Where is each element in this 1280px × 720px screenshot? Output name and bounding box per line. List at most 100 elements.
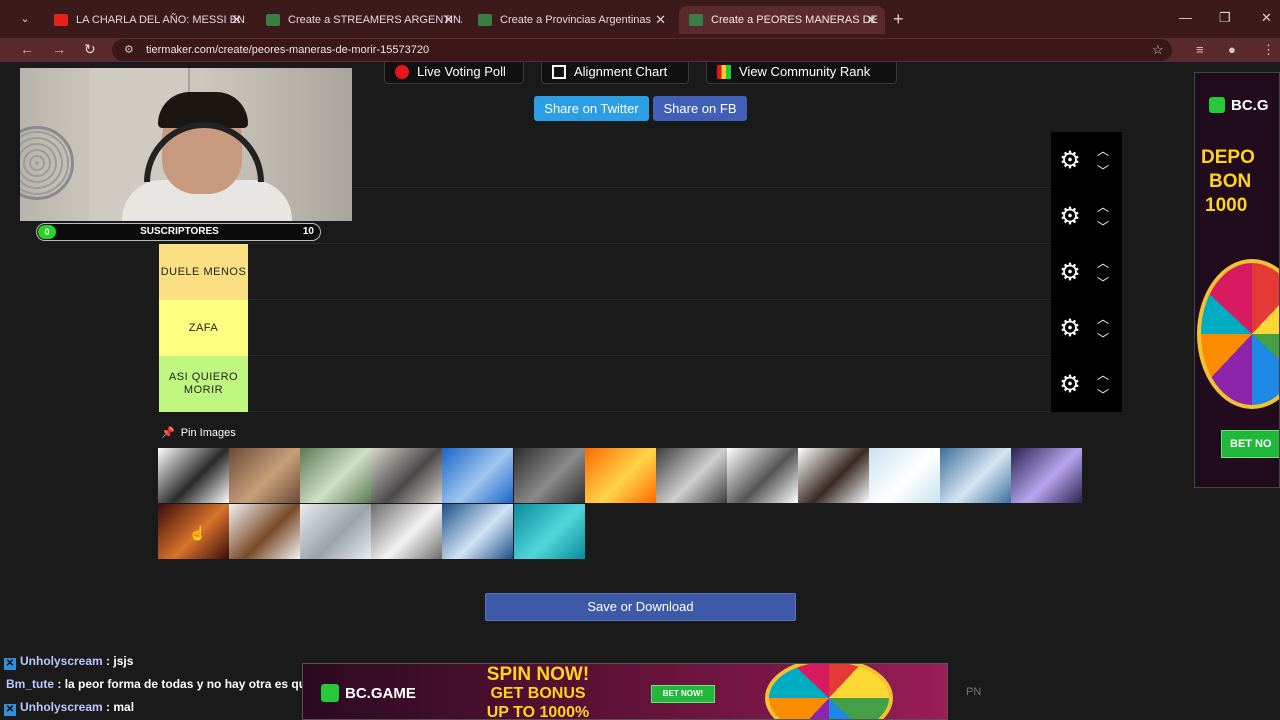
subscriber-goal-bar: 0 SUSCRIPTORES 10 bbox=[36, 223, 321, 241]
tier-image-skyscraper[interactable] bbox=[442, 504, 514, 559]
close-window-icon[interactable]: ✕ bbox=[1261, 10, 1272, 26]
image-pool bbox=[158, 448, 1083, 559]
tab-search-icon[interactable]: ⌄ bbox=[14, 9, 36, 29]
save-download-button[interactable]: Save or Download bbox=[485, 593, 796, 621]
ad-brand-text: BC.G bbox=[1231, 97, 1269, 114]
tier-image-plate[interactable] bbox=[371, 504, 443, 559]
tier-image-boiling-pot[interactable] bbox=[513, 448, 585, 503]
tier-image-knife[interactable] bbox=[726, 448, 798, 503]
pn-label: PN bbox=[966, 686, 982, 698]
chat-text: jsjs bbox=[113, 654, 134, 668]
tier-image-whip[interactable] bbox=[797, 448, 869, 503]
share-twitter-button[interactable]: Share on Twitter bbox=[534, 96, 649, 121]
tab-2-title: Create a STREAMERS ARGENTINA bbox=[288, 14, 462, 26]
ad-promo-text: SPIN NOW! GET BONUS UP TO 1000% bbox=[463, 664, 613, 720]
chevron-up-icon[interactable]: ︿ bbox=[1093, 257, 1113, 269]
screen: ⌄ LA CHARLA DEL AÑO: MESSI EN ✕ Create a… bbox=[0, 0, 1280, 720]
minimize-icon[interactable]: — bbox=[1179, 10, 1192, 25]
live-voting-button[interactable]: Live Voting Poll bbox=[384, 62, 524, 84]
chevron-down-icon[interactable]: ﹀ bbox=[1093, 333, 1113, 345]
chevron-down-icon[interactable]: ﹀ bbox=[1093, 389, 1113, 401]
gear-icon[interactable]: ⚙ bbox=[1057, 148, 1083, 174]
community-rank-label: View Community Rank bbox=[739, 64, 871, 79]
share-fb-button[interactable]: Share on FB bbox=[653, 96, 747, 121]
chevron-down-icon[interactable]: ﹀ bbox=[1093, 277, 1113, 289]
ad-promo-line-1: SPIN NOW! bbox=[486, 664, 590, 685]
tier-controls: ⚙ ︿ ﹀ bbox=[1051, 132, 1122, 188]
tier-image-fire[interactable] bbox=[584, 448, 656, 503]
chevron-down-icon[interactable]: ﹀ bbox=[1093, 165, 1113, 177]
grid-icon bbox=[552, 65, 566, 79]
prize-wheel-icon bbox=[1197, 259, 1279, 409]
gear-icon[interactable]: ⚙ bbox=[1057, 204, 1083, 230]
chevron-up-icon[interactable]: ︿ bbox=[1093, 313, 1113, 325]
tier-image-etching[interactable] bbox=[371, 448, 443, 503]
bookmark-star-icon[interactable]: ☆ bbox=[1152, 42, 1164, 58]
tier-image-abandoned-hall[interactable] bbox=[229, 448, 301, 503]
tier-image-bear[interactable] bbox=[229, 504, 301, 559]
gear-icon[interactable]: ⚙ bbox=[1057, 372, 1083, 398]
ad-bet-button[interactable]: BET NOW! bbox=[651, 685, 715, 703]
tier-row-4[interactable]: ZAFA ⚙ ︿ ﹀ bbox=[159, 300, 1122, 356]
tier-image-water-bottle[interactable] bbox=[442, 448, 514, 503]
forward-icon[interactable]: → bbox=[52, 41, 66, 57]
tier-image-green-vortex[interactable] bbox=[300, 448, 372, 503]
tier-image-snow-forest[interactable] bbox=[300, 504, 372, 559]
tier-image-turquoise-water[interactable] bbox=[513, 504, 585, 559]
close-tab-icon[interactable]: ✕ bbox=[231, 6, 242, 34]
media-icon[interactable]: ≡ bbox=[1196, 42, 1204, 57]
reload-icon[interactable]: ↻ bbox=[84, 41, 96, 58]
gear-icon[interactable]: ⚙ bbox=[1057, 316, 1083, 342]
site-info-icon[interactable]: ⚙ bbox=[124, 39, 134, 61]
menu-icon[interactable]: ⋮ bbox=[1262, 42, 1275, 58]
pin-images-toggle[interactable]: 📌 Pin Images bbox=[161, 426, 236, 439]
tab-1-title: LA CHARLA DEL AÑO: MESSI EN bbox=[76, 14, 245, 26]
close-tab-icon[interactable]: ✕ bbox=[866, 6, 877, 34]
close-tab-icon[interactable]: ✕ bbox=[655, 6, 666, 34]
chevron-up-icon[interactable]: ︿ bbox=[1093, 369, 1113, 381]
tier-controls: ⚙ ︿ ﹀ bbox=[1051, 300, 1122, 356]
tab-1[interactable]: LA CHARLA DEL AÑO: MESSI EN ✕ bbox=[44, 6, 250, 34]
chat-text: mal bbox=[113, 700, 135, 714]
tier-image-gun[interactable] bbox=[158, 448, 229, 503]
back-icon[interactable]: ← bbox=[20, 41, 34, 57]
url-field[interactable]: ⚙ tiermaker.com/create/peores-maneras-de… bbox=[112, 39, 1172, 61]
ad-line-3: 1000 bbox=[1205, 195, 1248, 216]
record-icon bbox=[395, 65, 409, 79]
ad-promo-line-3: UP TO 1000% bbox=[486, 704, 590, 720]
ad-line-1: DEPO bbox=[1201, 147, 1255, 168]
mouse-cursor-icon: ☝ bbox=[189, 525, 207, 541]
ad-banner-right[interactable]: BC.G DEPO BON 1000 BET NO bbox=[1194, 72, 1280, 488]
ad-bet-button[interactable]: BET NO bbox=[1221, 430, 1279, 458]
chevron-up-icon[interactable]: ︿ bbox=[1093, 145, 1113, 157]
close-tab-icon[interactable]: ✕ bbox=[443, 6, 454, 34]
chevron-up-icon[interactable]: ︿ bbox=[1093, 201, 1113, 213]
ad-banner-bottom[interactable]: BC.GAME SPIN NOW! GET BONUS UP TO 1000% … bbox=[302, 663, 948, 720]
page-content: Live Voting Poll Alignment Chart View Co… bbox=[0, 62, 1280, 720]
ad-promo-line-2: GET BONUS bbox=[490, 685, 586, 702]
alignment-chart-label: Alignment Chart bbox=[574, 64, 668, 79]
tier-image-ice-cubes[interactable] bbox=[869, 448, 940, 503]
tier-image-shark[interactable] bbox=[940, 448, 1012, 503]
maximize-icon[interactable]: ❐ bbox=[1219, 10, 1231, 26]
new-tab-button[interactable]: + bbox=[893, 9, 904, 29]
tier-image-lightning[interactable] bbox=[1011, 448, 1083, 503]
stream-chat: ✕ Unholyscream : jsjs Bm_tute : la peor f… bbox=[0, 650, 345, 720]
gear-icon[interactable]: ⚙ bbox=[1057, 260, 1083, 286]
community-rank-button[interactable]: View Community Rank bbox=[706, 62, 897, 84]
tiermaker-icon bbox=[689, 14, 703, 26]
tab-2[interactable]: Create a STREAMERS ARGENTINA ✕ bbox=[256, 6, 462, 34]
tab-4-active[interactable]: Create a PEORES MANERAS DE ✕ bbox=[679, 6, 885, 34]
tier-row-5[interactable]: ASI QUIERO MORIR ⚙ ︿ ﹀ bbox=[159, 356, 1122, 412]
chevron-down-icon[interactable]: ﹀ bbox=[1093, 221, 1113, 233]
alignment-chart-button[interactable]: Alignment Chart bbox=[541, 62, 689, 84]
tier-label[interactable]: ASI QUIERO MORIR bbox=[159, 356, 248, 412]
tier-image-car-crash[interactable] bbox=[655, 448, 727, 503]
profile-avatar[interactable]: ● bbox=[1228, 42, 1236, 57]
tab-3[interactable]: Create a Provincias Argentinas ✕ bbox=[468, 6, 674, 34]
tier-row-3[interactable]: DUELE MENOS ⚙ ︿ ﹀ bbox=[159, 244, 1122, 300]
tier-label[interactable]: DUELE MENOS bbox=[159, 244, 248, 300]
chat-badge-icon: ✕ bbox=[4, 658, 16, 670]
tier-label[interactable]: ZAFA bbox=[159, 300, 248, 356]
chat-message: ✕ Unholyscream : jsjs bbox=[4, 654, 134, 670]
